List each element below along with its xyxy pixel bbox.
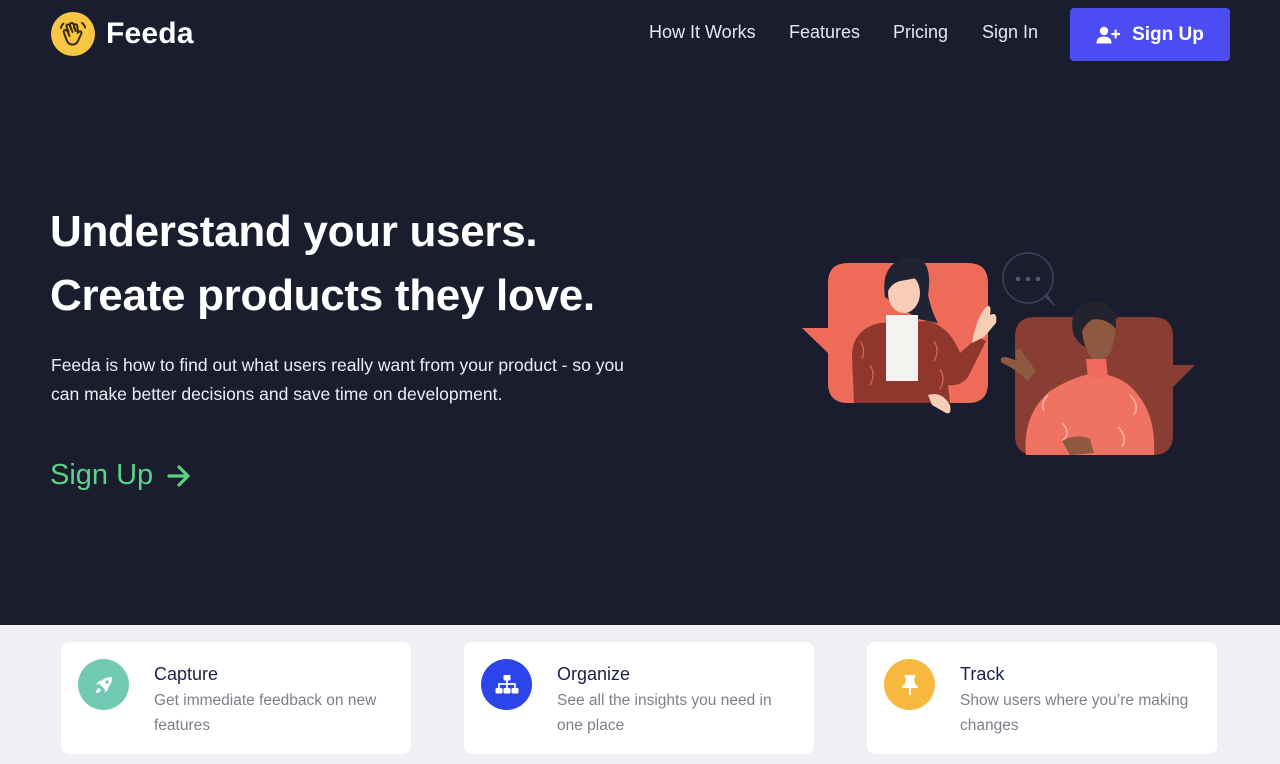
feature-description: Get immediate feedback on new features (154, 692, 377, 734)
nav-link-pricing[interactable]: Pricing (893, 22, 948, 43)
waving-hand-icon (51, 12, 95, 56)
sign-up-button[interactable]: Sign Up (1070, 8, 1230, 61)
nav-link-sign-in[interactable]: Sign In (982, 22, 1038, 43)
nav-link-features[interactable]: Features (789, 22, 860, 43)
feature-description: See all the insights you need in one pla… (557, 692, 772, 734)
hero-cta-label: Sign Up (50, 459, 154, 491)
headline-line-1: Understand your users. (50, 207, 538, 256)
brand-logo[interactable]: Feeda (51, 12, 194, 56)
feature-description: Show users where you’re making changes (960, 692, 1189, 734)
feature-title: Organize (557, 664, 631, 684)
top-navigation: Feeda How It Works Features Pricing Sign… (0, 0, 1280, 68)
hero-subtext: Feeda is how to find out what users real… (51, 355, 624, 404)
feature-card-capture: Capture Get immediate feedback on new fe… (61, 642, 411, 754)
hero-section: Feeda How It Works Features Pricing Sign… (0, 0, 1280, 625)
feature-title: Capture (154, 664, 219, 684)
hero-headline: Understand your users. Create products t… (50, 200, 595, 328)
feature-card-track: Track Show users where you’re making cha… (867, 642, 1217, 754)
arrow-right-icon (167, 464, 190, 487)
pushpin-icon (884, 659, 935, 710)
sitemap-icon (481, 659, 532, 710)
features-section: Capture Get immediate feedback on new fe… (0, 625, 1280, 764)
feature-title: Track (960, 664, 1005, 684)
headline-line-2: Create products they love. (50, 271, 595, 320)
nav-link-how-it-works[interactable]: How It Works (649, 22, 756, 43)
user-plus-icon (1096, 26, 1121, 43)
feature-card-organize: Organize See all the insights you need i… (464, 642, 814, 754)
brand-name: Feeda (106, 17, 194, 50)
sign-up-label: Sign Up (1132, 23, 1204, 45)
hero-sign-up-link[interactable]: Sign Up (50, 459, 191, 492)
rocket-icon (78, 659, 129, 710)
two-people-chatting-illustration (802, 252, 1195, 455)
